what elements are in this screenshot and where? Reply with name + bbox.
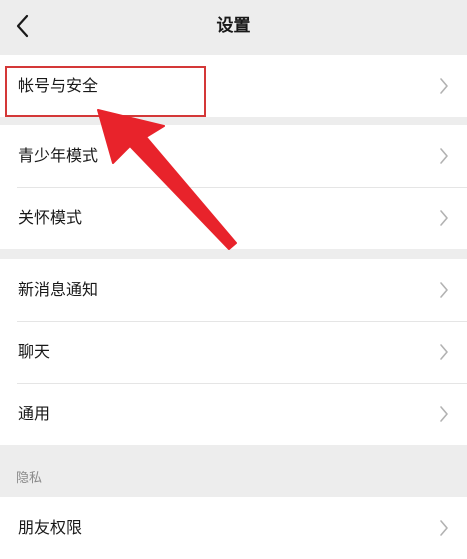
settings-row-account-security[interactable]: 帐号与安全: [0, 55, 467, 117]
page-title: 设置: [216, 16, 251, 36]
chevron-right-icon: [440, 520, 448, 536]
settings-row-notifications[interactable]: 新消息通知: [0, 259, 467, 321]
settings-row-care-mode[interactable]: 关怀模式: [0, 187, 467, 249]
chevron-right-icon: [440, 78, 448, 94]
chevron-right-icon: [440, 406, 448, 422]
settings-group-account: 帐号与安全: [0, 55, 467, 117]
settings-row-label: 帐号与安全: [18, 76, 99, 95]
settings-row-teen-mode[interactable]: 青少年模式: [0, 125, 467, 187]
settings-row-label: 通用: [18, 404, 51, 423]
settings-row-general[interactable]: 通用: [0, 383, 467, 445]
section-header-privacy: 隐私: [16, 471, 43, 486]
settings-row-label: 新消息通知: [18, 280, 99, 299]
settings-row-label: 朋友权限: [18, 518, 83, 537]
chevron-right-icon: [440, 148, 448, 164]
settings-group-general: 新消息通知 聊天 通用: [0, 259, 467, 445]
chevron-right-icon: [440, 282, 448, 298]
chevron-right-icon: [440, 210, 448, 226]
settings-row-label: 青少年模式: [18, 146, 99, 165]
settings-row-label: 聊天: [18, 342, 51, 361]
settings-row-label: 关怀模式: [18, 208, 83, 227]
chevron-right-icon: [440, 344, 448, 360]
settings-row-friend-permissions[interactable]: 朋友权限: [0, 497, 467, 559]
nav-bar: 设置: [0, 0, 467, 52]
settings-group-modes: 青少年模式 关怀模式: [0, 125, 467, 249]
settings-group-privacy: 朋友权限: [0, 497, 467, 559]
settings-row-chat[interactable]: 聊天: [0, 321, 467, 383]
